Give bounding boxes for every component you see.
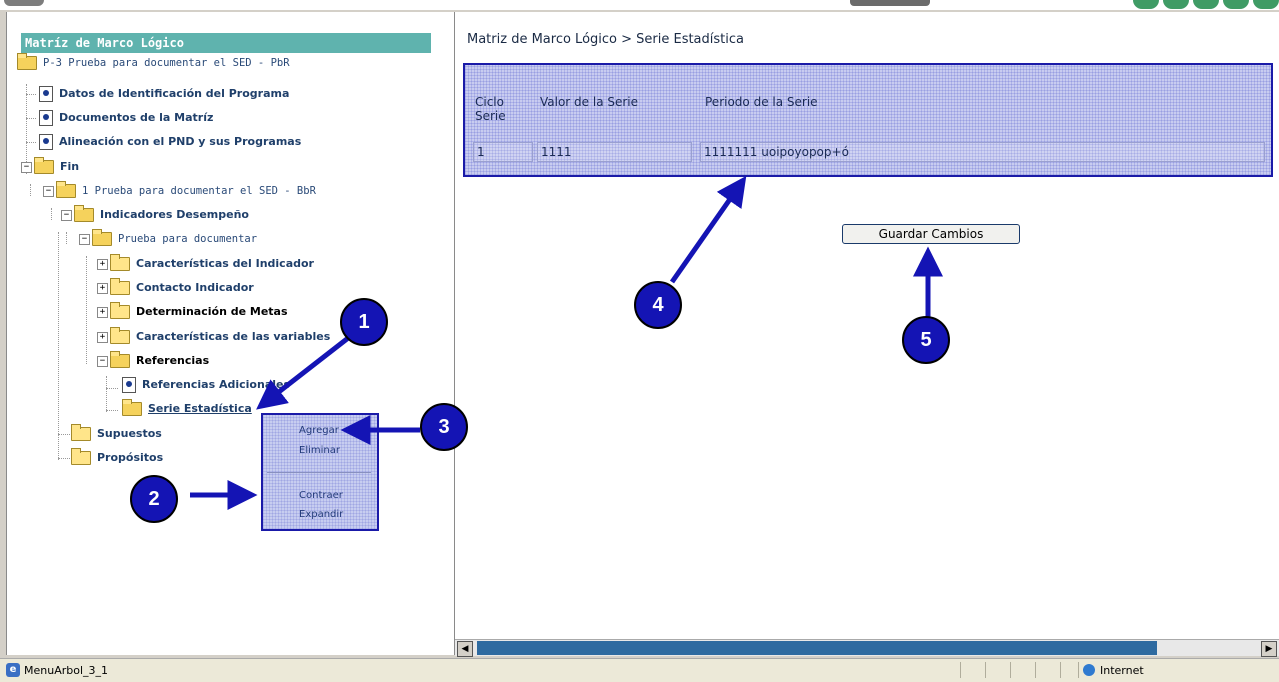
collapse-icon[interactable]: − [43, 185, 54, 197]
collapse-icon[interactable]: − [97, 355, 108, 367]
menu-item-agregar[interactable]: Agregar [299, 425, 339, 436]
callout-2: 2 [130, 475, 178, 523]
folder-icon [110, 254, 130, 271]
tree-node-caracteristicas-indicador[interactable]: + Características del Indicador [97, 254, 314, 273]
document-icon [39, 110, 53, 126]
tree-node-root[interactable]: P-3 Prueba para documentar el SED - PbR [17, 53, 290, 72]
expand-icon[interactable]: + [97, 258, 108, 270]
context-menu: Agregar Eliminar Contraer Expandir [261, 413, 379, 531]
breadcrumb: Matriz de Marco Lógico > Serie Estadísti… [467, 32, 744, 47]
tree-node-propositos[interactable]: Propósitos [71, 448, 163, 467]
tree-node-referencias-adicionales[interactable]: Referencias Adicionales [122, 376, 290, 394]
tree-node-prueba[interactable]: − Prueba para documentar [79, 229, 257, 248]
tree-node-fin[interactable]: − Fin [21, 157, 79, 176]
callout-1: 1 [340, 298, 388, 346]
tree-node-datos[interactable]: Datos de Identificación del Programa [39, 85, 289, 103]
folder-open-icon [110, 351, 130, 368]
grid-header-periodo: Periodo de la Serie [705, 95, 818, 109]
expand-icon[interactable]: + [97, 331, 108, 343]
tree-node-serie-estadistica[interactable]: Serie Estadística [122, 399, 252, 418]
tree-node-supuestos[interactable]: Supuestos [71, 424, 162, 443]
collapse-icon[interactable]: − [79, 233, 90, 245]
horizontal-scrollbar[interactable]: ◀ ▶ [455, 639, 1279, 657]
status-bar: e MenuArbol_3_1 Internet [0, 658, 1279, 682]
folder-icon [110, 278, 130, 295]
scroll-right-icon[interactable]: ▶ [1261, 641, 1277, 657]
tree-node-alineacion[interactable]: Alineación con el PND y sus Programas [39, 133, 301, 151]
tree-node-contacto[interactable]: + Contacto Indicador [97, 278, 254, 297]
collapse-icon[interactable]: − [61, 209, 72, 221]
document-icon [39, 134, 53, 150]
scroll-thumb[interactable] [477, 641, 1157, 655]
folder-icon [71, 448, 91, 465]
ie-icon: e [6, 663, 20, 677]
expand-icon[interactable]: + [97, 282, 108, 294]
grid-cell-valor[interactable]: 1111 [537, 142, 692, 162]
tree-node-fin-child[interactable]: −1 Prueba para documentar el SED - BbR [43, 181, 316, 200]
content-panel: Matriz de Marco Lógico > Serie Estadísti… [455, 12, 1279, 657]
collapse-icon[interactable]: − [21, 161, 32, 173]
folder-icon [71, 424, 91, 441]
folder-open-icon [92, 229, 112, 246]
window-top-bar [0, 0, 1279, 10]
tree-node-referencias[interactable]: − Referencias [97, 351, 209, 370]
folder-open-icon [56, 181, 76, 198]
folder-open-icon [34, 157, 54, 174]
zone-text: Internet [1100, 664, 1144, 677]
callout-5: 5 [902, 316, 950, 364]
tree-node-caracteristicas-variables[interactable]: + Características de las variables [97, 327, 330, 346]
tree-node-determinacion[interactable]: + Determinación de Metas [97, 302, 288, 321]
tree-node-indicadores[interactable]: − Indicadores Desempeño [61, 205, 249, 224]
grid-cell-ciclo[interactable]: 1 [473, 142, 533, 162]
folder-icon [110, 327, 130, 344]
menu-separator [267, 472, 371, 473]
menu-item-contraer[interactable]: Contraer [299, 490, 343, 501]
status-text: MenuArbol_3_1 [24, 664, 109, 677]
callout-4: 4 [634, 281, 682, 329]
folder-icon [110, 302, 130, 319]
menu-item-expandir[interactable]: Expandir [299, 509, 343, 520]
grid-header-valor: Valor de la Serie [540, 95, 639, 109]
menu-item-eliminar[interactable]: Eliminar [299, 445, 340, 456]
grid-header-ciclo: Ciclo Serie [475, 95, 506, 123]
tree-node-documentos[interactable]: Documentos de la Matríz [39, 109, 213, 127]
grid-cell-periodo[interactable]: 1111111 uoipoyopop+ó [700, 142, 1265, 162]
folder-open-icon [74, 205, 94, 222]
save-changes-button[interactable]: Guardar Cambios [842, 224, 1020, 244]
expand-icon[interactable]: + [97, 306, 108, 318]
tree-panel-title: Matríz de Marco Lógico [21, 33, 431, 53]
serie-grid: Ciclo Serie Valor de la Serie Periodo de… [463, 63, 1273, 177]
folder-open-icon [122, 399, 142, 416]
globe-icon [1083, 664, 1095, 676]
tree-panel: Matríz de Marco Lógico P-3 Prueba para d… [6, 12, 455, 655]
scroll-left-icon[interactable]: ◀ [457, 641, 473, 657]
document-icon [122, 377, 136, 393]
folder-open-icon [17, 53, 37, 70]
document-icon [39, 86, 53, 102]
callout-3: 3 [420, 403, 468, 451]
